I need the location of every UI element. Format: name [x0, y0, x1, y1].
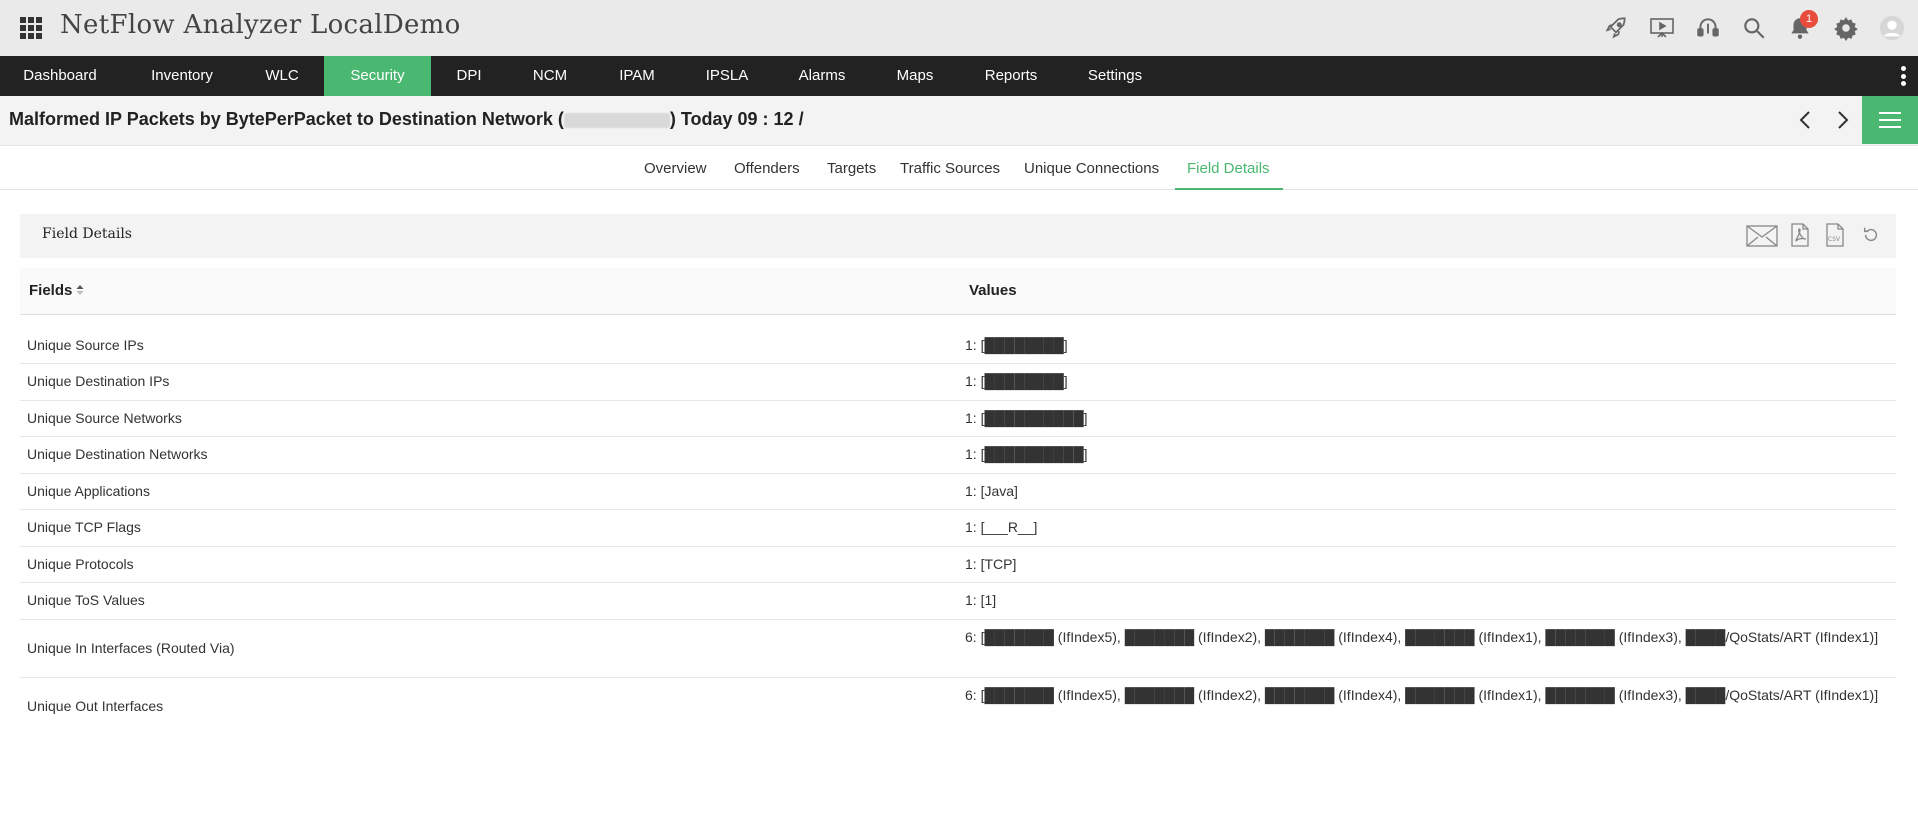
- top-icon-bar: 1: [1602, 10, 1906, 46]
- active-tab-indicator: [1175, 188, 1283, 190]
- more-menu-icon[interactable]: [1900, 66, 1906, 86]
- nav-item-reports[interactable]: Reports: [972, 56, 1050, 96]
- table-row: Unique ToS Values 1: [1]: [20, 583, 1896, 620]
- nav-item-inventory[interactable]: Inventory: [134, 56, 230, 96]
- table-header: Fields Values: [20, 268, 1896, 315]
- presentation-icon[interactable]: [1648, 14, 1676, 42]
- table-row: Unique Destination IPs 1: [████████]: [20, 364, 1896, 401]
- nav-item-security[interactable]: Security: [324, 56, 431, 96]
- svg-text:CSV: CSV: [1828, 236, 1841, 243]
- table-row: Unique TCP Flags 1: [___R__]: [20, 510, 1896, 547]
- tab-unique-connections[interactable]: Unique Connections: [1024, 160, 1159, 177]
- nav-item-dpi[interactable]: DPI: [440, 56, 498, 96]
- sort-icon[interactable]: [76, 283, 84, 300]
- tab-overview[interactable]: Overview: [644, 160, 707, 177]
- value-cell: 1: [██████████]: [965, 410, 1088, 426]
- pdf-icon[interactable]: [1790, 223, 1810, 250]
- value-cell: 1: [████████]: [965, 373, 1068, 389]
- field-cell: Unique Out Interfaces: [27, 698, 164, 714]
- page-title: Malformed IP Packets by BytePerPacket to…: [9, 109, 804, 130]
- rocket-icon[interactable]: [1602, 14, 1630, 42]
- value-cell: 1: [___R__]: [965, 519, 1038, 535]
- gear-icon[interactable]: [1832, 14, 1860, 42]
- table-row: Unique Protocols 1: [TCP]: [20, 547, 1896, 583]
- page-title-suffix: ) Today 09 : 12 /: [669, 109, 804, 129]
- field-cell: Unique Source IPs: [27, 337, 144, 353]
- value-cell: 6: [███████ (IfIndex5), ███████ (IfIndex…: [965, 629, 1879, 645]
- search-icon[interactable]: [1740, 14, 1768, 42]
- value-cell: 1: [1]: [965, 592, 997, 608]
- table-row: Unique Out Interfaces 6: [███████ (IfInd…: [20, 678, 1896, 736]
- tab-field-details[interactable]: Field Details: [1187, 160, 1270, 177]
- field-cell: Unique In Interfaces (Routed Via): [27, 640, 235, 656]
- value-cell: 6: [███████ (IfIndex5), ███████ (IfIndex…: [965, 687, 1879, 703]
- hamburger-menu-icon[interactable]: [1862, 96, 1918, 144]
- nav-item-ipsla[interactable]: IPSLA: [694, 56, 760, 96]
- nav-item-dashboard[interactable]: Dashboard: [8, 56, 112, 96]
- nav-item-alarms[interactable]: Alarms: [786, 56, 858, 96]
- page-title-bar: Malformed IP Packets by BytePerPacket to…: [0, 96, 1918, 146]
- value-cell: 1: [TCP]: [965, 556, 1017, 572]
- field-cell: Unique Destination IPs: [27, 373, 170, 389]
- redacted-network: [563, 112, 670, 128]
- field-cell: Unique ToS Values: [27, 592, 145, 608]
- table-row: Unique Destination Networks 1: [████████…: [20, 437, 1896, 474]
- app-title: NetFlow Analyzer LocalDemo: [60, 10, 461, 40]
- tab-traffic-sources[interactable]: Traffic Sources: [900, 160, 1000, 177]
- email-icon[interactable]: [1746, 225, 1778, 250]
- column-header-fields[interactable]: Fields: [29, 282, 84, 300]
- user-avatar-icon[interactable]: [1878, 14, 1906, 42]
- nav-item-ncm[interactable]: NCM: [518, 56, 582, 96]
- field-cell: Unique Source Networks: [27, 410, 182, 426]
- column-header-values: Values: [969, 282, 1017, 299]
- headset-icon[interactable]: [1694, 14, 1722, 42]
- top-header: NetFlow Analyzer LocalDemo 1: [0, 0, 1918, 56]
- refresh-icon[interactable]: [1862, 226, 1880, 247]
- nav-item-settings[interactable]: Settings: [1080, 56, 1150, 96]
- next-arrow-icon[interactable]: [1830, 108, 1854, 132]
- field-cell: Unique Applications: [27, 483, 150, 499]
- report-tabs: Overview Offenders Targets Traffic Sourc…: [0, 146, 1918, 190]
- main-nav: Dashboard Inventory WLC Security DPI NCM…: [0, 56, 1918, 96]
- nav-item-ipam[interactable]: IPAM: [604, 56, 670, 96]
- table-row: Unique In Interfaces (Routed Via) 6: [██…: [20, 620, 1896, 678]
- value-cell: 1: [████████]: [965, 337, 1068, 353]
- bell-icon[interactable]: 1: [1786, 10, 1818, 42]
- tab-targets[interactable]: Targets: [827, 160, 876, 177]
- value-cell: 1: [██████████]: [965, 446, 1088, 462]
- tab-offenders[interactable]: Offenders: [734, 160, 800, 177]
- table-row: Unique Source Networks 1: [██████████]: [20, 401, 1896, 437]
- field-cell: Unique Protocols: [27, 556, 134, 572]
- value-cell: 1: [Java]: [965, 483, 1018, 499]
- nav-item-maps[interactable]: Maps: [884, 56, 946, 96]
- nav-item-wlc[interactable]: WLC: [252, 56, 312, 96]
- previous-arrow-icon[interactable]: [1794, 108, 1818, 132]
- panel-header: Field Details CSV: [20, 214, 1896, 258]
- notification-badge: 1: [1800, 10, 1818, 28]
- table-row: Unique Applications 1: [Java]: [20, 474, 1896, 510]
- table-row: Unique Source IPs 1: [████████]: [20, 327, 1896, 364]
- panel-title: Field Details: [42, 226, 132, 242]
- field-cell: Unique Destination Networks: [27, 446, 208, 462]
- apps-grid-icon[interactable]: [20, 17, 42, 39]
- page-title-prefix: Malformed IP Packets by BytePerPacket to…: [9, 109, 564, 129]
- csv-icon[interactable]: CSV: [1825, 223, 1845, 250]
- field-cell: Unique TCP Flags: [27, 519, 141, 535]
